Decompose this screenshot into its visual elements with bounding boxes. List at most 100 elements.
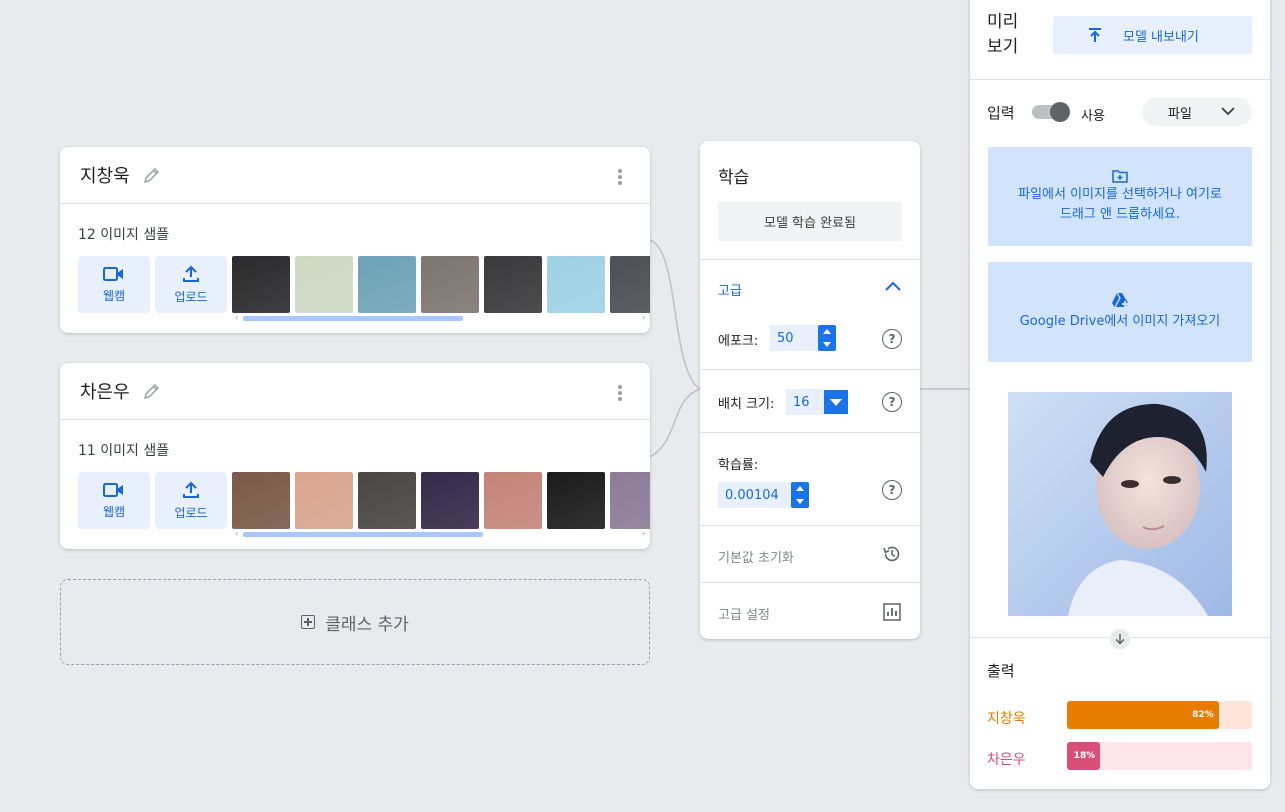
google-drive-button[interactable]: Google Drive에서 이미지 가져오기 xyxy=(988,262,1252,362)
webcam-button[interactable]: 웹캠 xyxy=(78,256,150,313)
sample-thumbnail[interactable] xyxy=(421,472,479,529)
class-card-1: 지창욱 12 이미지 샘플 웹캠 업로드 ‹ › xyxy=(60,147,650,333)
divider xyxy=(700,369,920,370)
webcam-icon xyxy=(103,482,123,497)
output-class-label: 차은우 xyxy=(987,752,1026,768)
thumbnail-scrollbar[interactable] xyxy=(243,316,463,321)
chevron-down-icon[interactable] xyxy=(824,390,848,414)
export-model-button[interactable]: 모델 내보내기 xyxy=(1053,16,1252,54)
file-drop-zone[interactable]: 파일에서 이미지를 선택하거나 여기로 드래그 앤 드롭하세요. xyxy=(988,147,1252,246)
upload-icon xyxy=(1089,28,1101,42)
learning-rate-input[interactable]: 0.00104 xyxy=(718,482,791,508)
webcam-button[interactable]: 웹캠 xyxy=(78,472,150,529)
output-label: 출력 xyxy=(987,662,1015,680)
sample-thumbnail[interactable] xyxy=(358,256,416,313)
more-options-icon[interactable] xyxy=(612,167,628,187)
help-icon[interactable]: ? xyxy=(882,480,902,500)
samples-count: 12 이미지 샘플 xyxy=(78,227,170,243)
sample-thumbnail[interactable] xyxy=(610,256,650,313)
divider xyxy=(700,582,920,583)
input-source-select[interactable]: 파일 xyxy=(1142,98,1252,126)
batch-size-select[interactable]: 16 xyxy=(786,389,824,415)
learning-rate-stepper[interactable] xyxy=(791,482,809,508)
batch-size-label: 배치 크기: xyxy=(718,397,775,412)
file-drop-text: 파일에서 이미지를 선택하거나 여기로 드래그 앤 드롭하세요. xyxy=(1018,186,1222,222)
confidence-percent: 82% xyxy=(1192,710,1214,720)
arrow-down-icon xyxy=(1110,629,1130,649)
sample-thumbnail[interactable] xyxy=(547,256,605,313)
add-class-button[interactable]: 클래스 추가 xyxy=(60,579,650,665)
upload-label: 업로드 xyxy=(174,505,208,520)
confidence-bar: 82% xyxy=(1067,701,1252,729)
webcam-label: 웹캠 xyxy=(102,504,126,519)
upload-label: 업로드 xyxy=(174,289,208,304)
confidence-bar-fill: 82% xyxy=(1067,701,1219,729)
webcam-icon xyxy=(103,266,123,281)
preview-title: 미리보기 xyxy=(987,12,1019,57)
add-box-icon xyxy=(301,615,316,629)
sample-thumbnail[interactable] xyxy=(484,256,542,313)
help-icon[interactable]: ? xyxy=(882,392,902,412)
more-options-icon[interactable] xyxy=(612,383,628,403)
sample-thumbnail[interactable] xyxy=(295,472,353,529)
select-value: 파일 xyxy=(1168,106,1192,122)
epochs-label: 에포크: xyxy=(718,334,759,349)
training-panel: 학습 모델 학습 완료됨 고급 에포크: 50 ? 배치 크기: 16 ? 학습… xyxy=(700,141,920,639)
sample-thumbnail[interactable] xyxy=(484,472,542,529)
folder-add-icon xyxy=(1112,169,1128,183)
divider xyxy=(700,432,920,433)
export-label: 모델 내보내기 xyxy=(1123,29,1199,45)
learning-rate-label: 학습률: xyxy=(718,458,759,473)
add-class-label: 클래스 추가 xyxy=(325,614,409,635)
output-class-label: 지창욱 xyxy=(987,711,1026,727)
reset-defaults-label[interactable]: 기본값 초기화 xyxy=(718,547,794,566)
divider xyxy=(700,259,920,260)
epochs-stepper[interactable] xyxy=(818,325,836,351)
input-label: 입력 xyxy=(987,104,1015,122)
epochs-input[interactable]: 50 xyxy=(770,325,818,351)
drive-text: Google Drive에서 이미지 가져오기 xyxy=(1019,314,1221,329)
toggle-label: 사용 xyxy=(1081,109,1105,124)
upload-icon xyxy=(183,481,199,498)
thumbnail-scrollbar[interactable] xyxy=(243,532,483,537)
preview-panel: 미리보기 모델 내보내기 입력 사용 파일 파일에서 이미지를 선택하거나 여기… xyxy=(970,0,1270,789)
scroll-right-arrow[interactable]: › xyxy=(642,313,645,322)
confidence-bar-fill: 18% xyxy=(1067,742,1101,770)
class-card-header: 지창욱 xyxy=(60,147,650,204)
confidence-percent: 18% xyxy=(1073,751,1096,761)
class-name[interactable]: 차은우 xyxy=(80,378,130,404)
divider xyxy=(970,79,1270,80)
pencil-icon[interactable] xyxy=(142,381,162,401)
sample-thumbnail[interactable] xyxy=(295,256,353,313)
train-model-button[interactable]: 모델 학습 완료됨 xyxy=(718,202,902,241)
scroll-left-arrow[interactable]: ‹ xyxy=(235,313,238,322)
advanced-settings-label[interactable]: 고급 설정 xyxy=(718,604,770,623)
history-icon[interactable] xyxy=(882,544,902,564)
pencil-icon[interactable] xyxy=(142,165,162,185)
sample-thumbnails[interactable] xyxy=(232,256,650,313)
scroll-left-arrow[interactable]: ‹ xyxy=(235,529,238,538)
sample-thumbnail[interactable] xyxy=(358,472,416,529)
upload-button[interactable]: 업로드 xyxy=(155,256,227,313)
chevron-up-icon[interactable] xyxy=(884,280,902,292)
sample-thumbnail[interactable] xyxy=(232,256,290,313)
upload-button[interactable]: 업로드 xyxy=(155,472,227,529)
sample-thumbnail[interactable] xyxy=(421,256,479,313)
samples-count: 11 이미지 샘플 xyxy=(78,443,170,459)
divider xyxy=(700,525,920,526)
scroll-right-arrow[interactable]: › xyxy=(642,529,645,538)
sample-thumbnail[interactable] xyxy=(232,472,290,529)
confidence-bar: 18% xyxy=(1067,742,1252,770)
bar-chart-icon[interactable] xyxy=(882,602,902,622)
advanced-toggle-label[interactable]: 고급 xyxy=(718,280,742,299)
sample-thumbnail[interactable] xyxy=(547,472,605,529)
sample-thumbnail[interactable] xyxy=(610,472,650,529)
input-toggle[interactable] xyxy=(1032,102,1070,122)
training-title: 학습 xyxy=(718,168,750,188)
sample-thumbnails[interactable] xyxy=(232,472,650,529)
class-name[interactable]: 지창욱 xyxy=(80,162,130,188)
preview-image xyxy=(1008,392,1232,616)
upload-icon xyxy=(183,265,199,282)
help-icon[interactable]: ? xyxy=(882,329,902,349)
webcam-label: 웹캠 xyxy=(102,288,126,303)
